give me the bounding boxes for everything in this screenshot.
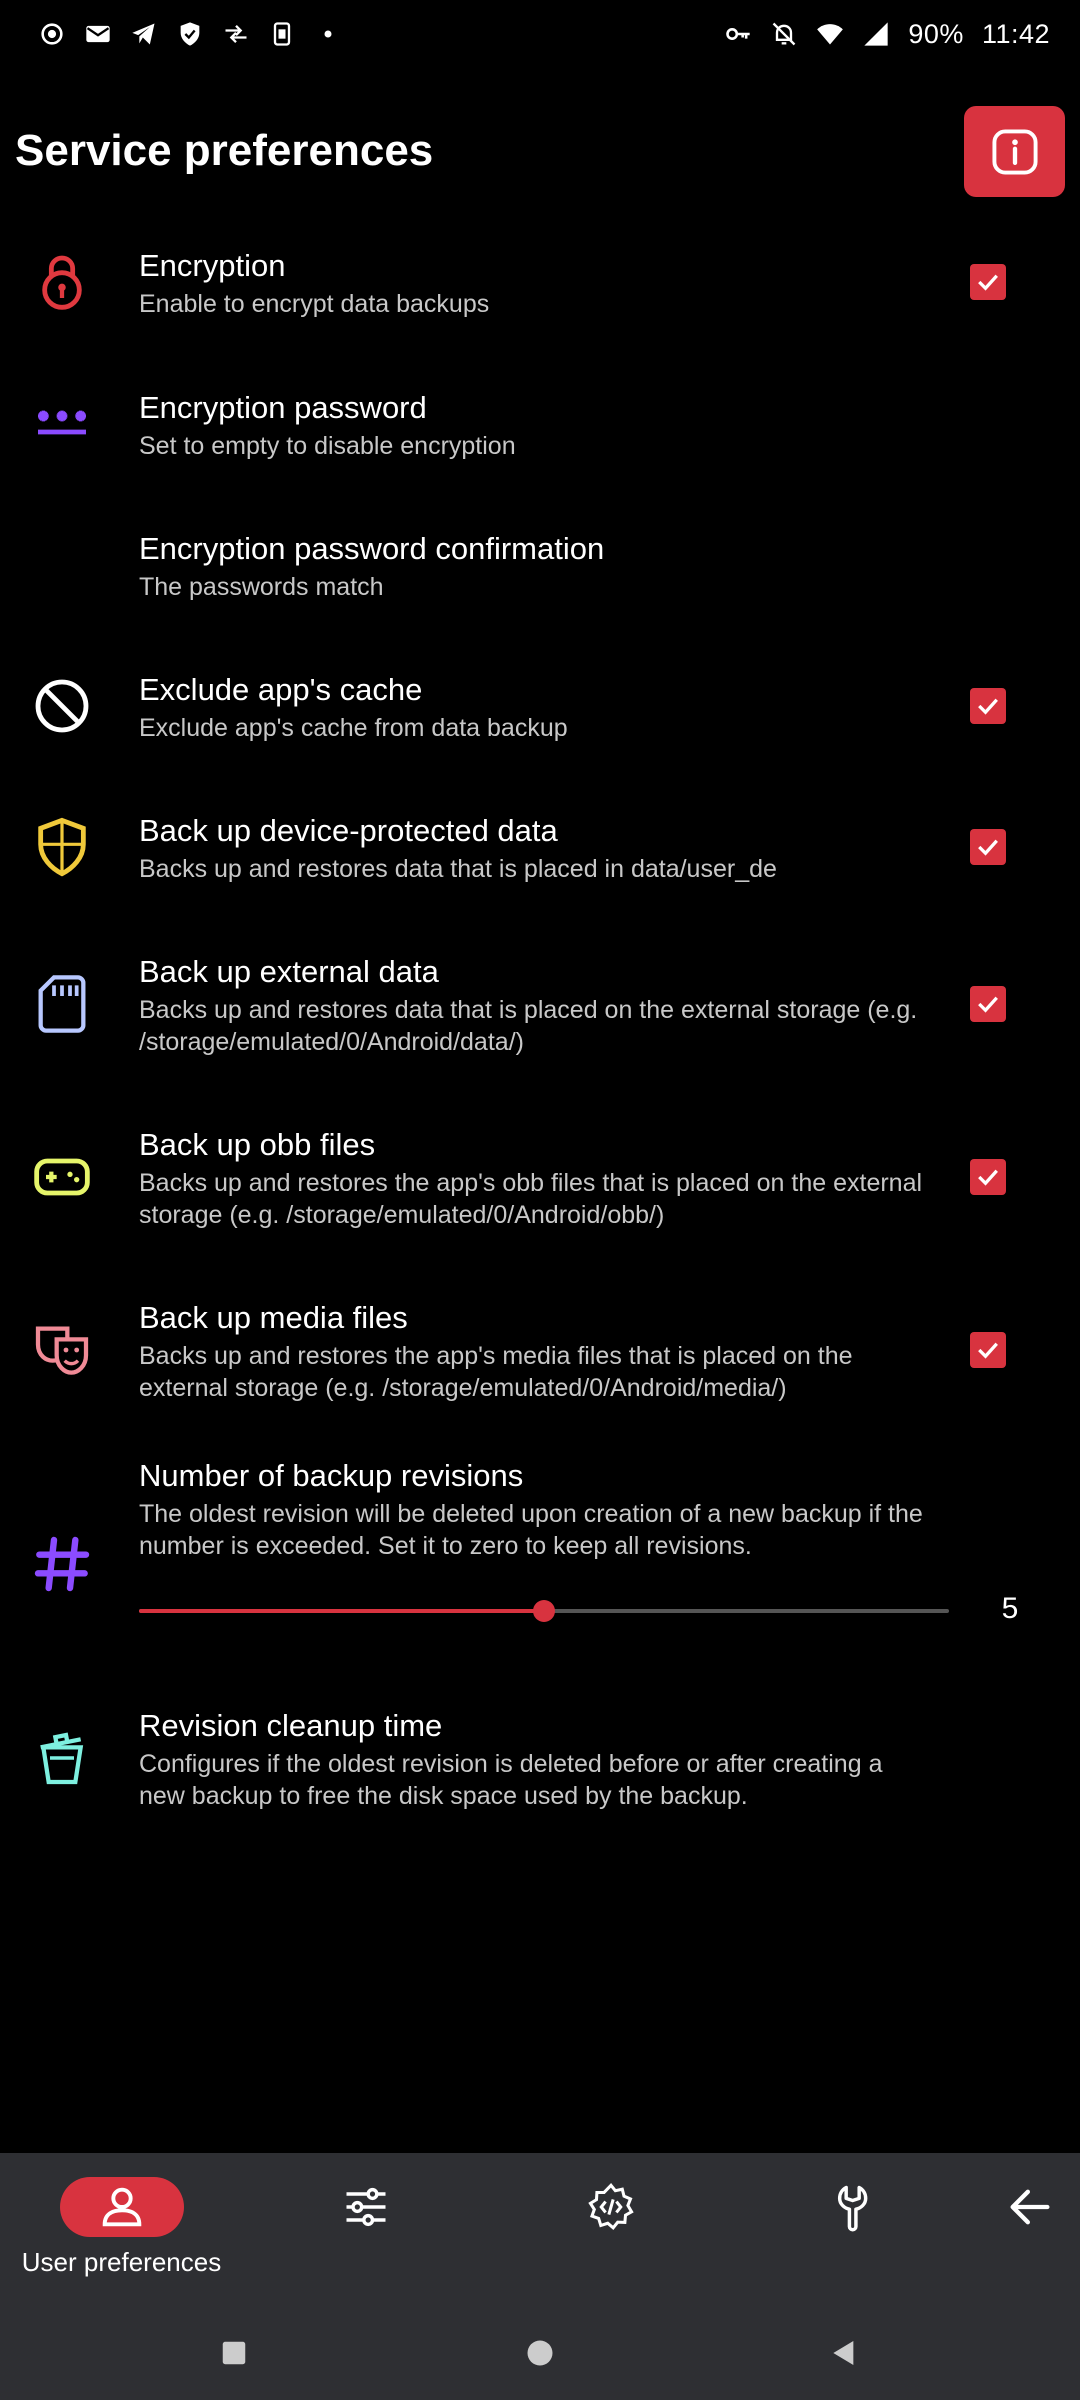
media-files-checkbox[interactable] xyxy=(970,1332,1006,1368)
recents-button[interactable] xyxy=(204,2323,264,2383)
pref-summary: The passwords match xyxy=(139,573,384,601)
pref-summary: Backs up and restores the app's obb file… xyxy=(139,1169,923,1229)
home-button[interactable] xyxy=(510,2323,570,2383)
pref-summary: Enable to encrypt data backups xyxy=(139,290,490,318)
check-icon xyxy=(978,274,998,291)
shield-icon xyxy=(22,807,102,887)
pref-encryption[interactable]: Encryption Enable to encrypt data backup… xyxy=(0,240,1080,360)
nav-label: User preferences xyxy=(21,2247,222,2277)
pref-title: Number of backup revisions xyxy=(139,1458,524,1493)
vpn-key-icon xyxy=(726,28,751,40)
info-button[interactable] xyxy=(964,106,1065,197)
gear-code-icon xyxy=(588,2183,634,2230)
nav-tools[interactable] xyxy=(817,2153,897,2305)
system-back-button[interactable] xyxy=(814,2323,874,2383)
pref-encryption-password[interactable]: Encryption password Set to empty to disa… xyxy=(0,382,1080,502)
gamepad-icon xyxy=(22,1137,102,1217)
signal-icon xyxy=(864,22,889,46)
pref-title: Back up external data xyxy=(139,954,439,989)
pref-summary: Backs up and restores the app's media fi… xyxy=(139,1342,853,1402)
slider-thumb[interactable] xyxy=(533,1600,555,1622)
pref-summary: Backs up and restores data that is place… xyxy=(139,996,918,1056)
pref-summary: The oldest revision will be deleted upon… xyxy=(139,1500,923,1560)
shield-check-icon xyxy=(180,22,200,46)
more-dot-icon xyxy=(324,30,332,38)
exclude-cache-checkbox[interactable] xyxy=(970,688,1006,724)
user-icon xyxy=(102,2187,141,2227)
lock-icon xyxy=(22,242,102,322)
pref-title: Exclude app's cache xyxy=(139,672,423,707)
external-data-checkbox[interactable] xyxy=(970,986,1006,1022)
clock: 11:42 xyxy=(981,18,1050,49)
nav-back[interactable] xyxy=(990,2153,1070,2305)
hash-icon xyxy=(22,1524,102,1604)
device-protected-checkbox[interactable] xyxy=(970,829,1006,865)
pref-summary: Set to empty to disable encryption xyxy=(139,432,516,460)
pref-revision-cleanup-time[interactable]: Revision cleanup time Configures if the … xyxy=(0,1700,1080,1850)
transfer-icon xyxy=(225,25,247,43)
pref-title: Encryption password confirmation xyxy=(139,531,605,566)
sim-icon xyxy=(273,22,291,46)
check-icon xyxy=(978,996,998,1013)
page-title: Service preferences xyxy=(15,126,434,175)
notification-icons xyxy=(38,20,342,48)
encryption-checkbox[interactable] xyxy=(970,264,1006,300)
status-bar: 90% 11:42 xyxy=(0,0,1080,68)
sliders-icon xyxy=(346,2187,386,2227)
pref-device-protected-data[interactable]: Back up device-protected data Backs up a… xyxy=(0,805,1080,925)
slider-value: 5 xyxy=(1001,1592,1019,1625)
obb-files-checkbox[interactable] xyxy=(970,1159,1006,1195)
circle-icon xyxy=(527,2340,553,2365)
sd-card-icon xyxy=(22,964,102,1044)
trash-icon xyxy=(22,1718,102,1798)
pref-title: Back up media files xyxy=(139,1300,408,1335)
record-icon xyxy=(41,23,63,45)
pref-title: Encryption password xyxy=(139,390,427,425)
wrench-icon xyxy=(837,2185,868,2232)
pref-external-data[interactable]: Back up external data Backs up and resto… xyxy=(0,946,1080,1096)
check-icon xyxy=(978,839,998,856)
pref-title: Back up device-protected data xyxy=(139,813,558,848)
pref-obb-files[interactable]: Back up obb files Backs up and restores … xyxy=(0,1119,1080,1269)
nav-advanced[interactable] xyxy=(571,2153,651,2305)
mail-icon xyxy=(86,25,110,43)
pref-encryption-password-confirmation[interactable]: Encryption password confirmation The pas… xyxy=(0,523,1080,643)
check-icon xyxy=(978,1342,998,1359)
check-icon xyxy=(978,698,998,715)
nav-service-preferences[interactable] xyxy=(326,2153,406,2305)
check-icon xyxy=(978,1169,998,1186)
pref-summary: Configures if the oldest revision is del… xyxy=(139,1750,883,1810)
system-navigation-bar xyxy=(0,2305,1080,2400)
wifi-icon xyxy=(817,24,844,45)
pref-summary: Exclude app's cache from data backup xyxy=(139,714,568,742)
nav-user-preferences[interactable]: User preferences xyxy=(0,2153,243,2305)
pref-title: Back up obb files xyxy=(139,1127,376,1162)
slider-fill xyxy=(139,1609,544,1613)
bottom-navigation: User preferences xyxy=(0,2153,1080,2305)
revisions-slider[interactable] xyxy=(139,1596,949,1626)
block-icon xyxy=(22,666,102,746)
back-arrow-icon xyxy=(1010,2189,1050,2225)
pref-summary: Backs up and restores data that is place… xyxy=(139,855,777,883)
triangle-back-icon xyxy=(833,2340,854,2365)
password-icon xyxy=(22,384,102,464)
pref-title: Revision cleanup time xyxy=(139,1708,443,1743)
square-icon xyxy=(222,2341,246,2364)
pref-title: Encryption xyxy=(139,248,286,283)
pref-media-files[interactable]: Back up media files Backs up and restore… xyxy=(0,1292,1080,1442)
battery-level: 90% xyxy=(908,18,964,49)
bell-off-icon xyxy=(773,22,796,46)
masks-icon xyxy=(22,1310,102,1390)
nav-active-indicator xyxy=(59,2177,184,2237)
info-icon xyxy=(991,128,1038,175)
system-status: 90% 11:42 xyxy=(724,19,1050,50)
pref-exclude-cache[interactable]: Exclude app's cache Exclude app's cache … xyxy=(0,664,1080,784)
telegram-icon xyxy=(132,23,155,45)
